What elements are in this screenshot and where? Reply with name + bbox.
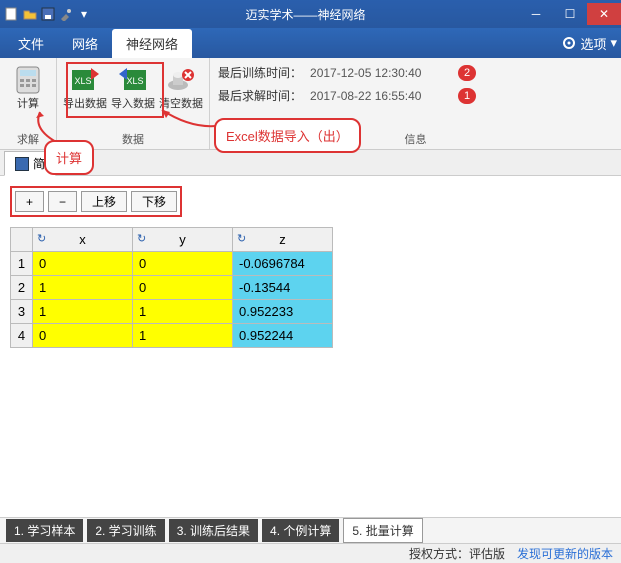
menu-file[interactable]: 文件 bbox=[4, 29, 58, 58]
close-button[interactable]: ✕ bbox=[587, 3, 621, 25]
refresh-icon: ↻ bbox=[37, 232, 46, 245]
add-row-button[interactable]: + bbox=[15, 191, 44, 212]
options-menu[interactable]: 选项 ▾ bbox=[562, 34, 617, 53]
menu-network[interactable]: 网络 bbox=[58, 29, 112, 58]
minimize-button[interactable]: ─ bbox=[519, 3, 553, 25]
col-z[interactable]: ↻z bbox=[233, 228, 333, 252]
save-icon[interactable] bbox=[40, 6, 56, 22]
statusbar: 授权方式：评估版 发现可更新的版本 bbox=[0, 543, 621, 563]
cube-icon bbox=[15, 157, 29, 171]
tab-single[interactable]: 4. 个例计算 bbox=[262, 519, 339, 542]
titlebar: ▾ 迈实学术——神经网络 ─ ☐ ✕ bbox=[0, 0, 621, 28]
col-x[interactable]: ↻x bbox=[33, 228, 133, 252]
tab-batch[interactable]: 5. 批量计算 bbox=[343, 518, 422, 543]
refresh-icon: ↻ bbox=[137, 232, 146, 245]
clear-icon bbox=[165, 64, 197, 96]
svg-text:XLS: XLS bbox=[126, 76, 143, 86]
xls-import-icon: XLS bbox=[117, 64, 149, 96]
tab-samples[interactable]: 1. 学习样本 bbox=[6, 519, 83, 542]
gear-icon bbox=[562, 36, 576, 50]
corner-cell bbox=[11, 228, 33, 252]
open-icon[interactable] bbox=[22, 6, 38, 22]
menubar: 文件 网络 神经网络 选项 ▾ bbox=[0, 28, 621, 58]
tab-results[interactable]: 3. 训练后结果 bbox=[169, 519, 258, 542]
badge: 1 bbox=[458, 88, 476, 104]
new-icon[interactable] bbox=[4, 6, 20, 22]
calc-icon bbox=[12, 64, 44, 96]
license-text: 授权方式：评估版 bbox=[409, 545, 505, 562]
xls-export-icon: XLS bbox=[69, 64, 101, 96]
dropdown-icon[interactable]: ▾ bbox=[76, 6, 92, 22]
callout-calc: 计算 bbox=[44, 140, 94, 175]
tools-icon[interactable] bbox=[58, 6, 74, 22]
table-row[interactable]: 4 0 1 0.952244 bbox=[11, 324, 333, 348]
remove-row-button[interactable]: − bbox=[48, 191, 77, 212]
menu-neural-network[interactable]: 神经网络 bbox=[112, 29, 192, 58]
table-row[interactable]: 1 0 0 -0.0696784 bbox=[11, 252, 333, 276]
move-down-button[interactable]: 下移 bbox=[131, 191, 177, 212]
col-y[interactable]: ↻y bbox=[133, 228, 233, 252]
info-row-solve: 最后求解时间： 2017-08-22 16:55:40 1 bbox=[218, 87, 613, 104]
maximize-button[interactable]: ☐ bbox=[553, 3, 587, 25]
window-title: 迈实学术——神经网络 bbox=[92, 6, 519, 23]
table-row[interactable]: 2 1 0 -0.13544 bbox=[11, 276, 333, 300]
content-area: + − 上移 下移 ↻x ↻y ↻z 1 0 0 -0.0696784 2 1 … bbox=[0, 176, 621, 358]
svg-text:XLS: XLS bbox=[74, 76, 91, 86]
callout-excel: Excel数据导入（出） bbox=[214, 118, 361, 153]
badge: 2 bbox=[458, 65, 476, 81]
table-row[interactable]: 3 1 1 0.952233 bbox=[11, 300, 333, 324]
refresh-icon: ↻ bbox=[237, 232, 246, 245]
info-row-train: 最后训练时间： 2017-12-05 12:30:40 2 bbox=[218, 64, 613, 81]
import-button[interactable]: XLS 导入数据 bbox=[109, 60, 157, 129]
bottom-tabs: 1. 学习样本 2. 学习训练 3. 训练后结果 4. 个例计算 5. 批量计算 bbox=[0, 517, 621, 543]
tab-training[interactable]: 2. 学习训练 bbox=[87, 519, 164, 542]
move-up-button[interactable]: 上移 bbox=[81, 191, 127, 212]
row-toolbar: + − 上移 下移 bbox=[10, 186, 182, 217]
data-table[interactable]: ↻x ↻y ↻z 1 0 0 -0.0696784 2 1 0 -0.13544… bbox=[10, 227, 333, 348]
update-link[interactable]: 发现可更新的版本 bbox=[517, 545, 613, 562]
